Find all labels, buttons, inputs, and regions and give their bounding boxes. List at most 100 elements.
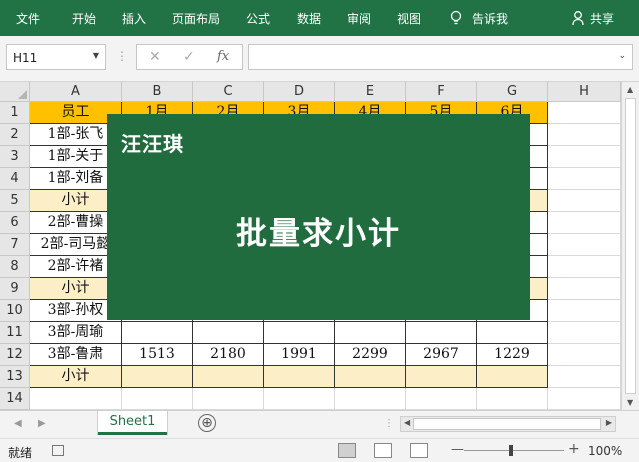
cell-g11[interactable] [477, 322, 548, 344]
cancel-icon[interactable]: ✕ [149, 49, 161, 65]
cell-a14[interactable] [30, 388, 122, 410]
cell-f13[interactable] [406, 366, 477, 388]
cell-c11[interactable] [193, 322, 264, 344]
cell-b13[interactable] [122, 366, 193, 388]
cell-a11[interactable]: 3部-周瑜 [30, 322, 122, 344]
cell-b14[interactable] [122, 388, 193, 410]
normal-view-icon[interactable] [338, 443, 356, 458]
cell-c12[interactable]: 2180 [193, 344, 264, 366]
tell-me-button[interactable]: 告诉我 [472, 10, 508, 27]
row-header-6[interactable]: 6 [0, 212, 30, 234]
scroll-down-icon[interactable]: ▼ [627, 398, 633, 407]
person-icon[interactable] [572, 10, 586, 26]
prev-sheet-icon[interactable]: ◀ [14, 418, 22, 429]
cell-h6[interactable] [548, 212, 621, 234]
check-icon[interactable]: ✓ [183, 49, 195, 65]
cell-h2[interactable] [548, 124, 621, 146]
tab-review[interactable]: 审阅 [347, 10, 371, 27]
column-header-d[interactable]: D [264, 82, 335, 102]
zoom-slider-handle[interactable] [509, 445, 513, 456]
cell-h14[interactable] [548, 388, 621, 410]
splitter-icon[interactable]: ⋮ [384, 418, 394, 429]
row-header-10[interactable]: 10 [0, 300, 30, 322]
row-header-4[interactable]: 4 [0, 168, 30, 190]
next-sheet-icon[interactable]: ▶ [38, 418, 46, 429]
page-layout-view-icon[interactable] [374, 443, 392, 458]
select-all-corner[interactable] [0, 82, 30, 102]
row-header-12[interactable]: 12 [0, 344, 30, 366]
cell-f12[interactable]: 2967 [406, 344, 477, 366]
row-header-13[interactable]: 13 [0, 366, 30, 388]
horizontal-scrollbar[interactable]: ◀ ▶ [400, 416, 616, 432]
row-header-5[interactable]: 5 [0, 190, 30, 212]
cell-h3[interactable] [548, 146, 621, 168]
row-header-11[interactable]: 11 [0, 322, 30, 344]
cell-a13[interactable]: 小计 [30, 366, 122, 388]
hscroll-thumb[interactable] [413, 418, 601, 430]
cell-a12[interactable]: 3部-鲁肃 [30, 344, 122, 366]
tab-data[interactable]: 数据 [297, 10, 321, 27]
formula-input[interactable]: ⌄ [248, 44, 633, 70]
add-sheet-icon[interactable]: ⊕ [198, 414, 216, 432]
cell-f11[interactable] [406, 322, 477, 344]
cell-g14[interactable] [477, 388, 548, 410]
zoom-in-icon[interactable]: + [568, 441, 580, 457]
scroll-left-icon[interactable]: ◀ [404, 418, 410, 427]
column-header-h[interactable]: H [548, 82, 621, 102]
column-header-a[interactable]: A [30, 82, 122, 102]
zoom-slider[interactable] [464, 450, 564, 451]
lightbulb-icon[interactable] [450, 10, 462, 26]
row-header-9[interactable]: 9 [0, 278, 30, 300]
column-header-e[interactable]: E [335, 82, 406, 102]
expand-icon[interactable]: ⌄ [618, 51, 626, 61]
cell-c13[interactable] [193, 366, 264, 388]
cell-d14[interactable] [264, 388, 335, 410]
row-header-8[interactable]: 8 [0, 256, 30, 278]
tab-insert[interactable]: 插入 [122, 10, 146, 27]
row-header-2[interactable]: 2 [0, 124, 30, 146]
cell-h12[interactable] [548, 344, 621, 366]
vertical-scrollbar[interactable]: ▲ ▼ [621, 82, 639, 410]
cell-f14[interactable] [406, 388, 477, 410]
row-header-14[interactable]: 14 [0, 388, 30, 410]
sheet-tab-sheet1[interactable]: Sheet1 [98, 411, 167, 435]
name-box[interactable]: H11 ▼ [6, 44, 106, 70]
row-header-1[interactable]: 1 [0, 102, 30, 124]
cell-h13[interactable] [548, 366, 621, 388]
cell-e13[interactable] [335, 366, 406, 388]
cell-e14[interactable] [335, 388, 406, 410]
cell-h4[interactable] [548, 168, 621, 190]
scroll-right-icon[interactable]: ▶ [606, 418, 612, 427]
page-break-view-icon[interactable] [410, 443, 428, 458]
cell-h8[interactable] [548, 256, 621, 278]
cell-g13[interactable] [477, 366, 548, 388]
cell-d13[interactable] [264, 366, 335, 388]
zoom-level[interactable]: 100% [588, 444, 622, 458]
cell-c14[interactable] [193, 388, 264, 410]
cell-d12[interactable]: 1991 [264, 344, 335, 366]
cell-h11[interactable] [548, 322, 621, 344]
insert-function-icon[interactable]: fx [217, 49, 229, 64]
cell-h7[interactable] [548, 234, 621, 256]
cell-b11[interactable] [122, 322, 193, 344]
row-header-3[interactable]: 3 [0, 146, 30, 168]
tab-formulas[interactable]: 公式 [246, 10, 270, 27]
macro-record-icon[interactable] [52, 445, 64, 456]
cell-h10[interactable] [548, 300, 621, 322]
cell-e12[interactable]: 2299 [335, 344, 406, 366]
tab-page-layout[interactable]: 页面布局 [172, 10, 220, 27]
tab-file[interactable]: 文件 [16, 10, 40, 27]
chevron-down-icon[interactable]: ▼ [93, 51, 99, 60]
tab-home[interactable]: 开始 [72, 10, 96, 27]
cell-h5[interactable] [548, 190, 621, 212]
row-header-7[interactable]: 7 [0, 234, 30, 256]
column-header-g[interactable]: G [477, 82, 548, 102]
cell-b12[interactable]: 1513 [122, 344, 193, 366]
column-header-f[interactable]: F [406, 82, 477, 102]
zoom-out-icon[interactable]: — [451, 442, 464, 457]
cell-h1[interactable] [548, 102, 621, 124]
cell-e11[interactable] [335, 322, 406, 344]
cell-h9[interactable] [548, 278, 621, 300]
column-header-c[interactable]: C [193, 82, 264, 102]
tab-view[interactable]: 视图 [397, 10, 421, 27]
